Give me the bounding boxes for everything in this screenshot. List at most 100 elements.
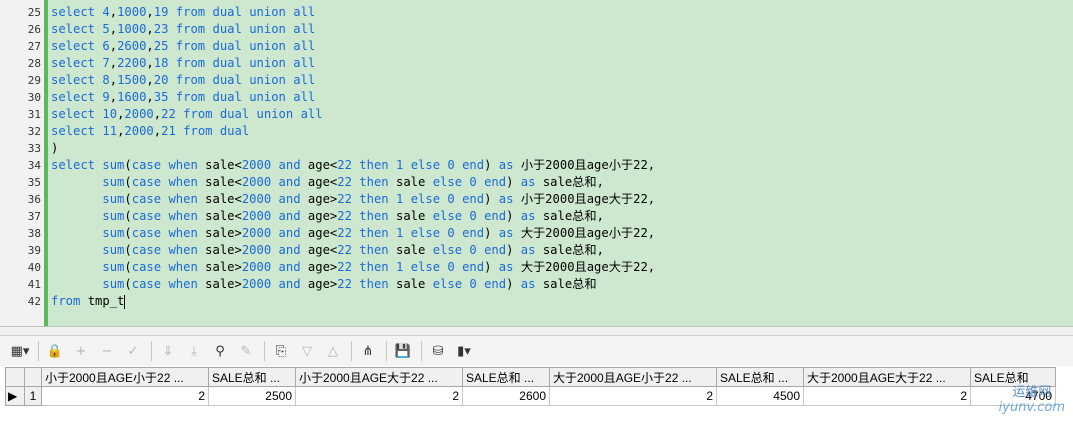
delete-row-icon[interactable]: − xyxy=(95,340,119,362)
code-line[interactable]: 28 select 7,2200,18 from dual union all xyxy=(0,55,1073,72)
code-line[interactable]: 34 select sum(case when sale<2000 and age… xyxy=(0,157,1073,174)
code-line[interactable]: 38 sum(case when sale>2000 and age<22 th… xyxy=(0,225,1073,242)
toolbar-separator xyxy=(421,341,422,361)
toolbar-separator xyxy=(151,341,152,361)
column-header[interactable]: SALE总和 ... xyxy=(462,367,550,387)
code-line[interactable]: 37 sum(case when sale<2000 and age>22 th… xyxy=(0,208,1073,225)
code-line[interactable]: 42 from tmp_t xyxy=(0,293,1073,310)
table-cell[interactable]: 2500 xyxy=(208,386,296,406)
row-number-header xyxy=(24,367,42,387)
query-by-example-icon[interactable]: ⋔ xyxy=(356,340,380,362)
sql-editor[interactable]: 25 select 4,1000,19 from dual union all 26… xyxy=(0,0,1073,327)
line-number: 40 xyxy=(27,261,41,274)
code-line[interactable]: 33) xyxy=(0,140,1073,157)
code-text[interactable]: select 7,2200,18 from dual union all xyxy=(51,55,315,72)
table-cell[interactable]: 2 xyxy=(41,386,209,406)
code-text[interactable]: select sum(case when sale<2000 and age<2… xyxy=(51,157,655,174)
code-line[interactable]: 30 select 9,1600,35 from dual union all xyxy=(0,89,1073,106)
code-line[interactable]: 27 select 6,2600,25 from dual union all xyxy=(0,38,1073,55)
sort-up-icon[interactable]: △ xyxy=(321,340,345,362)
fetch-icon[interactable]: ⛁ xyxy=(426,340,450,362)
column-header[interactable]: 小于2000且AGE大于22 ... xyxy=(295,367,463,387)
code-line[interactable]: 40 sum(case when sale>2000 and age>22 th… xyxy=(0,259,1073,276)
line-number: 42 xyxy=(27,295,41,308)
code-text[interactable]: sum(case when sale<2000 and age<22 then … xyxy=(51,174,604,191)
table-cell[interactable]: 4500 xyxy=(716,386,804,406)
line-number: 29 xyxy=(27,74,41,87)
lock-icon[interactable]: 🔒 xyxy=(43,340,67,362)
code-text[interactable]: sum(case when sale<2000 and age>22 then … xyxy=(51,191,655,208)
pane-splitter[interactable] xyxy=(0,327,1073,336)
line-number: 27 xyxy=(27,40,41,53)
code-text[interactable]: select 9,1600,35 from dual union all xyxy=(51,89,315,106)
toolbar-separator xyxy=(38,341,39,361)
code-line[interactable]: 29 select 8,1500,20 from dual union all xyxy=(0,72,1073,89)
sort-down-icon[interactable]: ▽ xyxy=(295,340,319,362)
code-text[interactable]: select 8,1500,20 from dual union all xyxy=(51,72,315,89)
column-header[interactable]: SALE总和 ... xyxy=(716,367,804,387)
results-grid[interactable]: 小于2000且AGE小于22 ... SALE总和 ... 小于2000且AGE… xyxy=(5,367,1073,421)
code-text[interactable]: select 6,2600,25 from dual union all xyxy=(51,38,315,55)
results-toolbar: ▦▾ 🔒 + − ✓ ⇓ ⤓ ⚲ ✎ ⎘ ▽ △ ⋔ 💾 ⛁ ▮▾ xyxy=(0,336,1073,366)
next-page-icon[interactable]: ⇓ xyxy=(156,340,180,362)
code-line[interactable]: 41 sum(case when sale>2000 and age>22 th… xyxy=(0,276,1073,293)
column-header[interactable]: 小于2000且AGE小于22 ... xyxy=(41,367,209,387)
code-line[interactable]: 26 select 5,1000,23 from dual union all xyxy=(0,21,1073,38)
code-text[interactable]: select 4,1000,19 from dual union all xyxy=(51,4,315,21)
watermark-url: iyunv.com xyxy=(998,400,1065,415)
line-number: 32 xyxy=(27,125,41,138)
site-watermark: 运维网 iyunv.com xyxy=(999,381,1065,415)
code-line[interactable]: 36 sum(case when sale<2000 and age>22 th… xyxy=(0,191,1073,208)
save-icon[interactable]: 💾 xyxy=(391,340,415,362)
code-line[interactable]: 32 select 11,2000,21 from dual xyxy=(0,123,1073,140)
last-page-icon[interactable]: ⤓ xyxy=(182,340,206,362)
code-line[interactable]: 25 select 4,1000,19 from dual union all xyxy=(0,4,1073,21)
line-number: 26 xyxy=(27,23,41,36)
code-lines[interactable]: 25 select 4,1000,19 from dual union all 26… xyxy=(0,4,1073,310)
table-cell[interactable]: 2 xyxy=(549,386,717,406)
table-cell[interactable]: 2 xyxy=(803,386,971,406)
table-cell[interactable]: 2600 xyxy=(462,386,550,406)
chart-icon[interactable]: ▮▾ xyxy=(452,340,476,362)
code-line[interactable]: 35 sum(case when sale<2000 and age<22 th… xyxy=(0,174,1073,191)
column-header[interactable]: 大于2000且AGE小于22 ... xyxy=(549,367,717,387)
code-text[interactable]: select 5,1000,23 from dual union all xyxy=(51,21,315,38)
current-row-arrow-icon: ▶ xyxy=(5,386,25,406)
line-number: 41 xyxy=(27,278,41,291)
code-line[interactable]: 31 select 10,2000,22 from dual union all xyxy=(0,106,1073,123)
line-number: 34 xyxy=(27,159,41,172)
code-text[interactable]: sum(case when sale>2000 and age<22 then … xyxy=(51,242,604,259)
line-number: 36 xyxy=(27,193,41,206)
find-icon[interactable]: ⚲ xyxy=(208,340,232,362)
line-number: 37 xyxy=(27,210,41,223)
toolbar-separator xyxy=(264,341,265,361)
add-row-icon[interactable]: + xyxy=(69,340,93,362)
code-line[interactable]: 39 sum(case when sale>2000 and age<22 th… xyxy=(0,242,1073,259)
column-header[interactable]: 大于2000且AGE大于22 ... xyxy=(803,367,971,387)
table-cell[interactable]: 2 xyxy=(295,386,463,406)
line-number: 33 xyxy=(27,142,41,155)
toolbar-separator xyxy=(351,341,352,361)
table-row[interactable]: ▶ 1 2 2500 2 2600 2 4500 2 4700 xyxy=(5,386,1056,406)
code-text[interactable]: select 11,2000,21 from dual xyxy=(51,123,249,140)
toolbar-separator xyxy=(386,341,387,361)
grid-menu-icon[interactable]: ▦▾ xyxy=(8,340,32,362)
line-number: 25 xyxy=(27,6,41,19)
code-text[interactable]: sum(case when sale>2000 and age>22 then … xyxy=(51,276,596,293)
line-number: 39 xyxy=(27,244,41,257)
results-table: 小于2000且AGE小于22 ... SALE总和 ... 小于2000且AGE… xyxy=(5,367,1056,406)
column-header[interactable]: SALE总和 ... xyxy=(208,367,296,387)
code-text[interactable]: ) xyxy=(51,140,58,157)
code-text[interactable]: select 10,2000,22 from dual union all xyxy=(51,106,323,123)
export-icon[interactable]: ⎘ xyxy=(269,340,293,362)
code-text[interactable]: from tmp_t xyxy=(51,293,126,310)
line-number: 38 xyxy=(27,227,41,240)
text-cursor xyxy=(124,294,126,309)
post-icon[interactable]: ✓ xyxy=(121,340,145,362)
watermark-title: 运维网 xyxy=(1012,385,1052,400)
code-text[interactable]: sum(case when sale>2000 and age>22 then … xyxy=(51,259,655,276)
line-number: 35 xyxy=(27,176,41,189)
code-text[interactable]: sum(case when sale<2000 and age>22 then … xyxy=(51,208,604,225)
code-text[interactable]: sum(case when sale>2000 and age<22 then … xyxy=(51,225,655,242)
clear-icon[interactable]: ✎ xyxy=(234,340,258,362)
